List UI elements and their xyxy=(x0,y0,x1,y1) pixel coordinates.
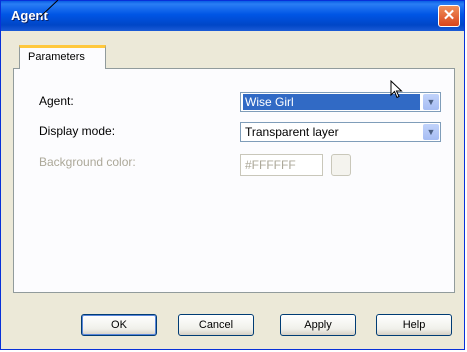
apply-button[interactable]: Apply xyxy=(280,314,356,336)
tab-label: Parameters xyxy=(28,51,85,63)
display-mode-select[interactable]: Transparent layer ▼ xyxy=(240,122,441,142)
background-color-field[interactable]: #FFFFFF xyxy=(240,154,323,176)
window-title: Agent xyxy=(11,8,48,23)
close-button[interactable]: ✕ xyxy=(438,5,460,27)
agent-select[interactable]: Wise Girl ▼ xyxy=(240,92,441,112)
agent-dialog: Agent ✕ Parameters Agent: Wise Girl ▼ Di… xyxy=(0,0,465,350)
color-picker-button[interactable] xyxy=(331,154,351,176)
background-color-label: Background color: xyxy=(39,155,136,169)
mouse-pointer-icon xyxy=(390,80,403,99)
help-button[interactable]: Help xyxy=(376,314,452,336)
display-mode-label: Display mode: xyxy=(39,124,116,138)
cancel-button[interactable]: Cancel xyxy=(178,314,254,336)
chevron-down-icon[interactable]: ▼ xyxy=(423,94,439,110)
title-bar[interactable]: Agent ✕ xyxy=(1,1,464,31)
agent-label: Agent: xyxy=(39,94,74,108)
display-mode-select-value: Transparent layer xyxy=(245,125,339,139)
ok-button[interactable]: OK xyxy=(81,314,157,336)
chevron-down-icon[interactable]: ▼ xyxy=(423,124,439,140)
close-icon: ✕ xyxy=(442,7,456,24)
tab-parameters[interactable]: Parameters xyxy=(19,45,106,69)
